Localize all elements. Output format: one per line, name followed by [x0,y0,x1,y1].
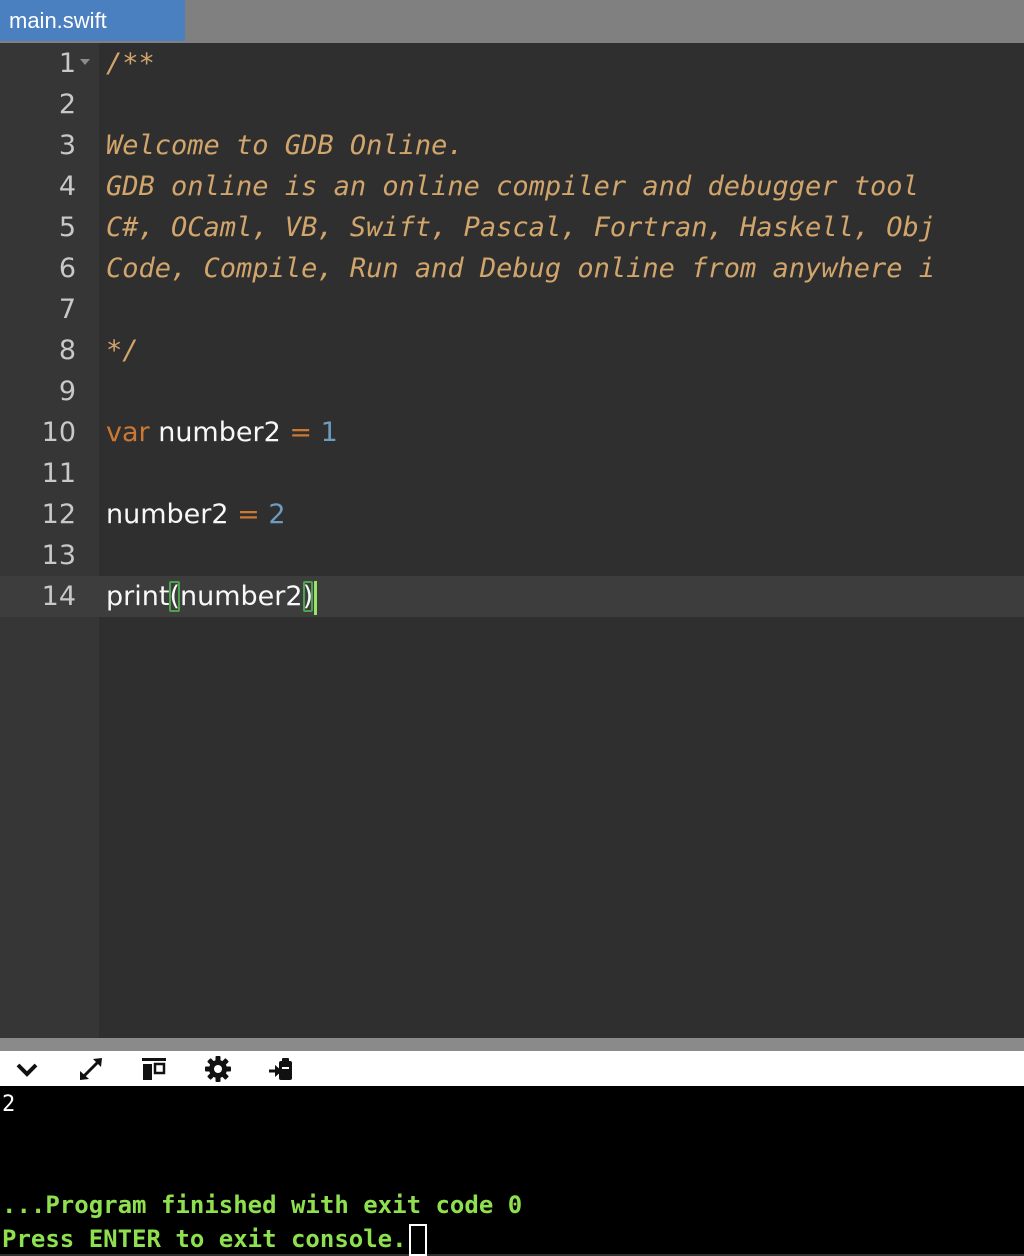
code-text: C#, OCaml, VB, Swift, Pascal, Fortran, H… [106,212,936,243]
code-line-active[interactable]: 14 print(number2) [0,576,1024,617]
code-text: Welcome to GDB Online. [106,130,464,161]
code-line[interactable]: 7 [0,289,1024,330]
layout-toggle-button[interactable] [139,1055,169,1083]
press-enter-line: Press ENTER to exit console. [2,1222,427,1256]
code-line[interactable]: 12 number2 = 2 [0,494,1024,535]
keyword-var: var [106,417,150,448]
code-text: number2 = 2 [106,494,286,535]
number-literal: 1 [320,417,338,448]
stdin-icon [269,1058,292,1080]
panel-resize-handle[interactable] [0,1038,1024,1051]
code-editor[interactable]: 1 /** 2 3 Welcome to GDB Online. 4 GDB o… [0,43,1024,1038]
line-number: 2 [58,89,76,120]
code-text: /** [106,48,155,79]
line-number: 3 [58,130,76,161]
line-number: 10 [41,417,76,448]
identifier: number2 [149,417,290,448]
chevron-down-icon [16,1063,38,1077]
console-toolbar [0,1051,1024,1086]
open-paren: ( [169,581,180,612]
text-cursor [314,580,318,615]
code-text: GDB online is an online compiler and deb… [106,171,919,202]
tab-bar: main.swift [0,0,1024,43]
code-line[interactable]: 4 GDB online is an online compiler and d… [0,166,1024,207]
operator: = [237,499,260,530]
line-number: 8 [58,335,76,366]
gear-icon [205,1056,231,1082]
console-cursor [408,1224,427,1256]
line-number: 7 [58,294,76,325]
tab-main-swift[interactable]: main.swift [0,0,185,41]
operator: = [289,417,312,448]
gdb-online-ide: main.swift 1 /** 2 3 Welcome to GDB Onli… [0,0,1024,1256]
expand-icon [80,1058,102,1080]
line-number: 6 [58,253,76,284]
code-line[interactable]: 10 var number2 = 1 [0,412,1024,453]
close-paren: ) [302,581,314,612]
code-line[interactable]: 8 */ [0,330,1024,371]
line-number: 11 [41,458,76,489]
code-text: Code, Compile, Run and Debug online from… [106,253,936,284]
stdin-button[interactable] [266,1055,296,1083]
code-line[interactable]: 13 [0,535,1024,576]
code-line[interactable]: 1 /** [0,43,1024,84]
code-line[interactable]: 11 [0,453,1024,494]
settings-button[interactable] [203,1055,233,1083]
press-enter-message: Press ENTER to exit console. [2,1225,407,1253]
code-text: var number2 = 1 [106,412,338,453]
program-output: 2 [2,1092,16,1117]
number-literal: 2 [268,499,286,530]
code-line[interactable]: 3 Welcome to GDB Online. [0,125,1024,166]
line-number: 9 [58,376,76,407]
line-number: 1 [58,48,76,79]
line-number: 14 [41,581,76,612]
identifier: number2 [180,581,303,612]
fold-arrow-icon[interactable] [80,59,90,65]
line-number: 12 [41,499,76,530]
code-text: */ [106,335,139,366]
line-number: 5 [58,212,76,243]
exit-status-message: ...Program finished with exit code 0 [2,1191,523,1219]
collapse-console-button[interactable] [12,1055,42,1083]
code-line[interactable]: 9 [0,371,1024,412]
line-number: 4 [58,171,76,202]
output-console[interactable]: 2 ...Program finished with exit code 0 P… [0,1086,1024,1256]
code-line[interactable]: 2 [0,84,1024,125]
function-name: print [106,581,170,612]
line-number: 13 [41,540,76,571]
code-line[interactable]: 6 Code, Compile, Run and Debug online fr… [0,248,1024,289]
expand-console-button[interactable] [76,1055,106,1083]
layout-icon [142,1058,166,1080]
code-text: print(number2) [106,576,318,617]
code-line[interactable]: 5 C#, OCaml, VB, Swift, Pascal, Fortran,… [0,207,1024,248]
identifier: number2 [106,499,238,530]
